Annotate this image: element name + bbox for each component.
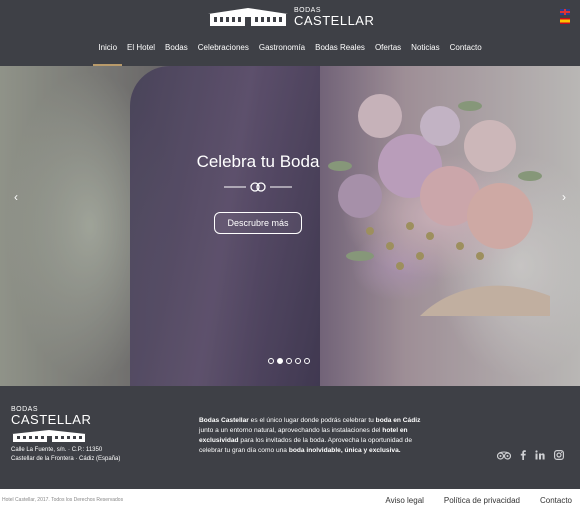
slider-dot[interactable] (286, 358, 292, 364)
desc-part: boda inolvidable, única y exclusiva. (288, 447, 401, 454)
bottom-bar: Hotel Castellar, 2017. Todos los Derecho… (0, 489, 580, 513)
hero-slider: Celebra tu Boda Descrubre más ‹ › (0, 66, 580, 386)
desc-part: Bodas Castellar (199, 417, 249, 424)
slider-dot[interactable] (268, 358, 274, 364)
slider-pagination (268, 358, 310, 364)
spanish-flag-icon[interactable] (560, 18, 570, 24)
nav-item-inicio[interactable]: Inicio (93, 42, 122, 66)
slider-dot-active[interactable] (277, 358, 283, 364)
copyright-text: Hotel Castellar, 2017. Todos los Derecho… (2, 497, 124, 503)
nav-item-bodas-reales[interactable]: Bodas Reales (310, 42, 370, 66)
legal-links: Aviso legal Política de privacidad Conta… (385, 496, 572, 505)
logo-text: BODAS CASTELLAR (294, 7, 374, 27)
linkedin-icon[interactable] (535, 450, 545, 460)
slider-dot[interactable] (295, 358, 301, 364)
slider-prev-arrow-icon[interactable]: ‹ (14, 190, 18, 204)
logo-big-text: CASTELLAR (294, 13, 375, 28)
desc-part: es el único lugar donde podrás celebrar … (248, 417, 376, 424)
address-line-2: Castellar de la Frontera · Cádiz (España… (11, 456, 121, 462)
privacy-policy-link[interactable]: Política de privacidad (444, 496, 520, 505)
slider-next-arrow-icon[interactable]: › (562, 190, 566, 204)
site-header: BODAS CASTELLAR Inicio El Hotel Bodas Ce… (0, 0, 580, 66)
address-line-1: Calle La Fuente, s/n. · C.P.: 11350 (11, 447, 103, 453)
footer-building-icon (12, 430, 86, 442)
main-nav: Inicio El Hotel Bodas Celebraciones Gast… (0, 42, 580, 66)
facebook-icon[interactable] (520, 450, 526, 460)
nav-item-gastronomia[interactable]: Gastronomía (254, 42, 310, 66)
language-switcher (560, 9, 570, 24)
footer-description: Bodas Castellar es el único lugar donde … (199, 416, 427, 456)
desc-part: boda en Cádiz (375, 417, 421, 424)
tripadvisor-icon[interactable] (497, 451, 511, 460)
nav-item-ofertas[interactable]: Ofertas (370, 42, 406, 66)
english-flag-icon[interactable] (560, 9, 570, 15)
hero-title: Celebra tu Boda (196, 152, 320, 171)
site-footer: BODAS CASTELLAR Calle La Fuente, s/n. · … (0, 386, 580, 489)
contact-link[interactable]: Contacto (540, 496, 572, 505)
nav-item-contacto[interactable]: Contacto (445, 42, 487, 66)
hotel-building-icon (208, 8, 288, 26)
nav-item-celebraciones[interactable]: Celebraciones (193, 42, 254, 66)
aviso-legal-link[interactable]: Aviso legal (385, 496, 424, 505)
site-logo[interactable]: BODAS CASTELLAR (206, 5, 374, 27)
footer-address: Calle La Fuente, s/n. · C.P.: 11350 Cast… (11, 446, 120, 464)
nav-item-bodas[interactable]: Bodas (160, 42, 193, 66)
social-links (497, 450, 564, 460)
slider-dot[interactable] (304, 358, 310, 364)
footer-logo-big-text: CASTELLAR (11, 412, 92, 427)
nav-item-noticias[interactable]: Noticias (406, 42, 444, 66)
desc-part: junto a un entorno natural, aprovechando… (199, 427, 383, 434)
instagram-icon[interactable] (554, 450, 564, 460)
nav-item-el-hotel[interactable]: El Hotel (122, 42, 160, 66)
footer-logo[interactable]: BODAS CASTELLAR (11, 406, 91, 426)
discover-more-button[interactable]: Descrubre más (214, 212, 302, 234)
wedding-rings-icon (224, 182, 292, 192)
